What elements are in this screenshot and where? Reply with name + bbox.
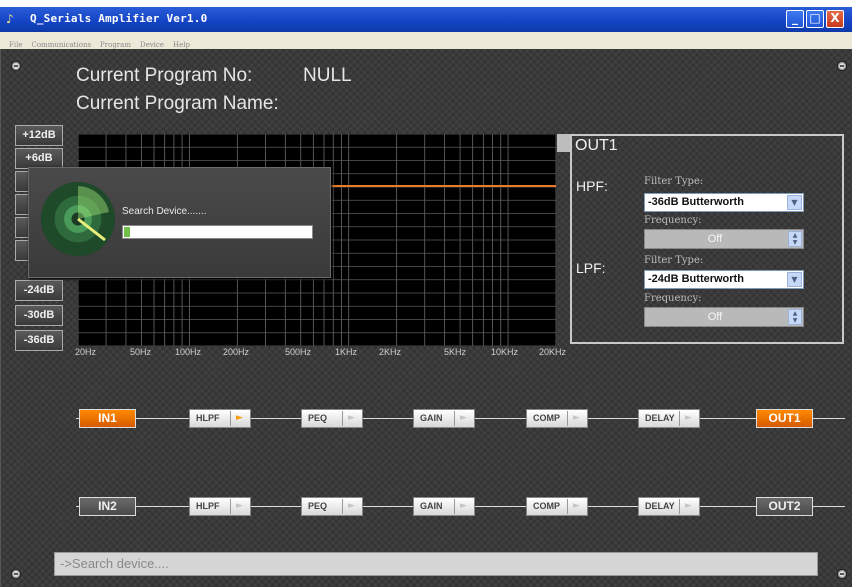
peq-block-1[interactable]: PEQ ► [301,409,363,428]
freq-label: 20KHz [539,347,567,357]
freq-label: 500Hz [285,347,312,357]
block-label: COMP [533,413,560,423]
block-label: HLPF [196,501,220,511]
program-number-label: Current Program No: [76,65,253,86]
hlpf-block-1[interactable]: HLPF ► [189,409,251,428]
comp-block-2[interactable]: COMP ► [526,497,588,516]
app-icon: ♪ [6,12,14,26]
block-label: PEQ [308,413,328,423]
chevron-down-icon[interactable]: ▼ [787,195,802,210]
screw-icon [11,569,21,579]
hpf-filter-type-value: -36dB Butterworth [648,196,744,208]
block-label: DELAY [645,413,675,423]
lpf-label: LPF: [576,260,606,276]
screw-icon [837,61,847,71]
close-button[interactable]: X [826,10,844,28]
chevron-down-icon[interactable]: ▼ [787,272,802,287]
program-number-row: Current Program No: NULL [76,65,352,87]
search-progress-fill [124,227,130,237]
lpf-filter-type-value: -24dB Butterworth [648,273,744,285]
title-bar: ♪ Q_Serials Amplifier Ver1.0 _ □ X [0,7,852,32]
program-name-label: Current Program Name: [76,93,279,114]
db-button-plus12[interactable]: +12dB [15,125,63,146]
lpf-filter-type-label: Filter Type: [644,255,704,266]
block-label: DELAY [645,501,675,511]
play-arrow-icon: ► [230,499,248,514]
freq-label: 100Hz [175,347,202,357]
freq-label: 2KHz [379,347,402,357]
input-2-button[interactable]: IN2 [79,497,136,516]
db-button-plus6[interactable]: +6dB [15,148,63,169]
search-device-text: Search Device....... [122,206,207,217]
minimize-button[interactable]: _ [786,10,804,28]
output-1-button[interactable]: OUT1 [756,409,813,428]
freq-label: 1KHz [335,347,358,357]
play-arrow-icon: ► [342,499,360,514]
delay-block-2[interactable]: DELAY ► [638,497,700,516]
out-panel-title: OUT1 [575,137,618,154]
delay-block-1[interactable]: DELAY ► [638,409,700,428]
gain-block-1[interactable]: GAIN ► [413,409,475,428]
window-title: Q_Serials Amplifier Ver1.0 [30,12,208,25]
search-device-dialog: Search Device....... [28,167,331,278]
hpf-frequency-label: Frequency: [644,215,702,226]
play-arrow-icon: ► [567,411,585,426]
hpf-filter-type-select[interactable]: -36dB Butterworth ▼ [644,193,804,212]
program-number-value: NULL [303,65,352,86]
block-label: GAIN [420,413,443,423]
block-label: GAIN [420,501,443,511]
play-arrow-icon: ► [679,499,697,514]
main-panel: Current Program No: NULL Current Program… [0,49,852,587]
lpf-frequency-label: Frequency: [644,293,702,304]
status-bar: ->Search device.... [54,552,818,576]
lpf-filter-type-select[interactable]: -24dB Butterworth ▼ [644,270,804,289]
program-name-row: Current Program Name: [76,93,279,115]
db-button-minus30[interactable]: -30dB [15,305,63,326]
hpf-frequency-value: Off [707,233,723,245]
comp-block-1[interactable]: COMP ► [526,409,588,428]
search-progress-bar [122,225,313,239]
radar-icon [41,182,115,256]
block-label: PEQ [308,501,328,511]
play-arrow-icon: ► [230,411,248,426]
spinner-arrows-icon[interactable]: ▲ ▼ [788,309,802,325]
block-label: COMP [533,501,560,511]
gain-block-2[interactable]: GAIN ► [413,497,475,516]
play-arrow-icon: ► [454,499,472,514]
screw-icon [11,61,21,71]
block-label: HLPF [196,413,220,423]
hlpf-block-2[interactable]: HLPF ► [189,497,251,516]
hpf-filter-type-label: Filter Type: [644,176,704,187]
db-button-minus24[interactable]: -24dB [15,280,63,301]
db-button-minus36[interactable]: -36dB [15,330,63,351]
lpf-frequency-value: Off [707,311,723,323]
freq-label: 20Hz [75,347,97,357]
screw-icon [837,569,847,579]
menu-bar: File Communications Program Device Help [0,32,852,49]
play-arrow-icon: ► [342,411,360,426]
play-arrow-icon: ► [567,499,585,514]
freq-label: 10KHz [491,347,519,357]
play-arrow-icon: ► [679,411,697,426]
input-1-button[interactable]: IN1 [79,409,136,428]
output-2-button[interactable]: OUT2 [756,497,813,516]
freq-label: 200Hz [223,347,250,357]
peq-block-2[interactable]: PEQ ► [301,497,363,516]
hpf-label: HPF: [576,178,608,194]
status-text: ->Search device.... [60,556,169,571]
lpf-frequency-stepper[interactable]: Off ▲ ▼ [644,307,804,327]
maximize-button[interactable]: □ [806,10,824,28]
play-arrow-icon: ► [454,411,472,426]
spinner-arrows-icon[interactable]: ▲ ▼ [788,231,802,247]
freq-label: 5KHz [444,347,467,357]
freq-label: 50Hz [130,347,152,357]
hpf-frequency-stepper[interactable]: Off ▲ ▼ [644,229,804,249]
